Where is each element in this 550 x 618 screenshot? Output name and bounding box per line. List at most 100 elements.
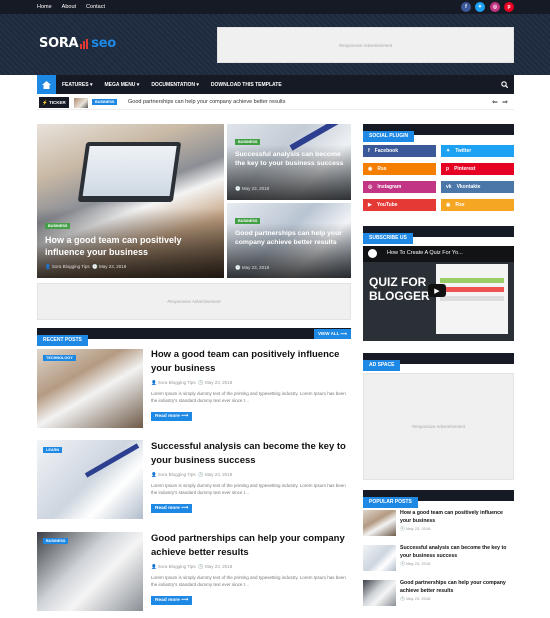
featured-second-tag[interactable]: BUSINESS <box>235 139 261 145</box>
ad-label: Responsive Advertisement <box>411 424 466 429</box>
ad-space-header: AD SPACE <box>363 353 514 371</box>
logo-seo: seo <box>91 36 116 51</box>
social-rss2-button[interactable]: ◉ Rss <box>441 199 514 211</box>
popular-date-3: 🕓 May 23, 2018 <box>400 596 431 602</box>
home-button[interactable] <box>37 75 56 94</box>
top-link-home[interactable]: Home <box>37 4 52 10</box>
post-tag-1[interactable]: TECHNOLOGY <box>43 355 76 361</box>
ad-label: Responsive Advertisement <box>338 42 393 48</box>
post-item-2: Successful analysis can become the key t… <box>151 440 351 514</box>
featured-second-title[interactable]: Successful analysis can become the key t… <box>235 151 347 169</box>
social-plugin-header: SOCIAL PLUGIN <box>363 124 514 142</box>
featured-main-tag[interactable]: BUSINESS <box>45 223 71 229</box>
play-icon[interactable]: ▶ <box>428 284 446 297</box>
label: Pinterest <box>454 166 476 172</box>
sidebar-ad[interactable]: Responsive Advertisement <box>363 373 514 480</box>
ticker-headline[interactable]: Good partnerships can help your company … <box>128 99 285 105</box>
instagram-icon[interactable]: ◎ <box>490 2 500 12</box>
social-pinterest-button[interactable]: p Pinterest <box>441 163 514 175</box>
date: May 23, 2018 <box>406 561 431 567</box>
social-rss-button[interactable]: ◉ Rss <box>363 163 436 175</box>
popular-title-1[interactable]: How a good team can positively influence… <box>400 510 514 525</box>
nav-features[interactable]: FEATURES ▾ <box>62 82 92 88</box>
view-all-button[interactable]: VIEW ALL ⟶ <box>314 329 351 339</box>
subscribe-title: SUBSCRIBE US <box>363 232 413 244</box>
post-meta-1: 👤 Sora Blogging Tips 🕓 May 23, 2018 <box>151 379 233 385</box>
rss-icon: ◉ <box>446 202 451 208</box>
label: Instagram <box>377 184 402 190</box>
quiz-preview <box>436 264 508 334</box>
nav-download[interactable]: DOWNLOAD THIS TEMPLATE <box>211 82 282 88</box>
date: May 23, 2018 <box>241 186 270 191</box>
featured-second-date: 🕓 May 23, 2018 <box>235 186 270 191</box>
popular-item-3: Good partnerships can help your company … <box>400 580 514 601</box>
social-twitter-button[interactable]: ✦ Twitter <box>441 145 514 157</box>
post-title-1[interactable]: How a good team can positively influence… <box>151 348 351 376</box>
top-link-contact[interactable]: Contact <box>86 4 105 10</box>
post-excerpt-2: Lorem Ipsum is simply dummy text of the … <box>151 482 346 495</box>
laptop-illustration <box>77 142 182 202</box>
quiz-bar-3 <box>440 296 504 301</box>
popular-title-2[interactable]: Successful analysis can become the key t… <box>400 545 514 560</box>
post-title-2[interactable]: Successful analysis can become the key t… <box>151 440 351 468</box>
date: May 23, 2018 <box>205 471 233 477</box>
post-tag-2[interactable]: LEARN <box>43 447 63 453</box>
label: YouTube <box>376 202 398 208</box>
post-title-3[interactable]: Good partnerships can help your company … <box>151 532 351 560</box>
quiz-bar-2 <box>440 287 504 292</box>
subscribe-header: SUBSCRIBE US <box>363 226 514 244</box>
video-title: How To Create A Quiz For Yo... <box>387 250 463 256</box>
ticker-next-icon[interactable]: ⇒ <box>502 98 508 106</box>
popular-title-3[interactable]: Good partnerships can help your company … <box>400 580 514 595</box>
featured-main-meta: 👤 Sora Blogging Tips 🕓 May 23, 2018 <box>45 264 127 269</box>
nav-items: FEATURES ▾ MEGA MENU ▾ DOCUMENTATION ▾ D… <box>62 75 282 94</box>
popular-thumbnail-2[interactable] <box>363 545 396 571</box>
nav-mega-menu[interactable]: MEGA MENU ▾ <box>104 82 139 88</box>
ticker-thumbnail[interactable] <box>74 98 88 108</box>
content-ad[interactable]: Responsive Advertisement <box>37 283 351 320</box>
read-more-button-1[interactable]: Read more ⟶ <box>151 412 193 422</box>
quiz-bar-1 <box>440 278 504 283</box>
popular-item-1: How a good team can positively influence… <box>400 510 514 531</box>
popular-date-2: 🕓 May 23, 2018 <box>400 561 431 567</box>
post-meta-3: 👤 Sora Blogging Tips 🕓 May 23, 2018 <box>151 563 233 569</box>
recent-posts-header: RECENT POSTS <box>37 328 351 346</box>
top-link-about[interactable]: About <box>62 4 76 10</box>
twitter-icon[interactable]: ✦ <box>475 2 485 12</box>
author: Sora Blogging Tips <box>157 379 196 385</box>
post-item-3: Good partnerships can help your company … <box>151 532 351 606</box>
social-facebook-button[interactable]: f Facebook <box>363 145 436 157</box>
ticker-prev-icon[interactable]: ⇐ <box>492 98 498 106</box>
channel-avatar <box>368 249 377 258</box>
featured-third-tag[interactable]: BUSINESS <box>235 218 261 224</box>
popular-posts-header: POPULAR POSTS <box>363 490 514 508</box>
nav-documentation[interactable]: DOCUMENTATION ▾ <box>151 82 199 88</box>
social-youtube-button[interactable]: ▶ YouTube <box>363 199 436 211</box>
top-links: Home About Contact <box>37 0 105 14</box>
social-instagram-button[interactable]: ◎ Instagram <box>363 181 436 193</box>
facebook-icon[interactable]: f <box>461 2 471 12</box>
post-excerpt-1: Lorem Ipsum is simply dummy text of the … <box>151 390 346 403</box>
read-more-button-2[interactable]: Read more ⟶ <box>151 504 193 514</box>
youtube-video-embed[interactable]: How To Create A Quiz For Yo... QUIZ FOR … <box>363 246 514 341</box>
popular-posts-title: POPULAR POSTS <box>363 496 418 508</box>
featured-main-title[interactable]: How a good team can positively influence… <box>45 235 205 258</box>
search-icon[interactable] <box>501 81 508 88</box>
pinterest-icon[interactable]: p <box>504 2 514 12</box>
featured-third-title[interactable]: Good partnerships can help your company … <box>235 230 347 248</box>
label: Twitter <box>455 148 472 154</box>
ad-space-title: AD SPACE <box>363 359 401 371</box>
label: Rss <box>455 202 465 208</box>
home-icon <box>42 80 51 89</box>
post-tag-3[interactable]: BUSINESS <box>43 538 69 544</box>
popular-thumbnail-3[interactable] <box>363 580 396 606</box>
recent-posts-title: RECENT POSTS <box>37 334 88 346</box>
social-vkontakte-button[interactable]: vk Vkontakte <box>441 181 514 193</box>
site-logo[interactable]: SORA seo <box>39 36 116 51</box>
facebook-icon: f <box>368 148 370 154</box>
author: Sora Blogging Tips <box>157 563 196 569</box>
header-ad[interactable]: Responsive Advertisement <box>217 27 514 63</box>
ticker-tag[interactable]: BUSINESS <box>92 99 118 105</box>
read-more-button-3[interactable]: Read more ⟶ <box>151 596 193 606</box>
popular-thumbnail-1[interactable] <box>363 510 396 536</box>
